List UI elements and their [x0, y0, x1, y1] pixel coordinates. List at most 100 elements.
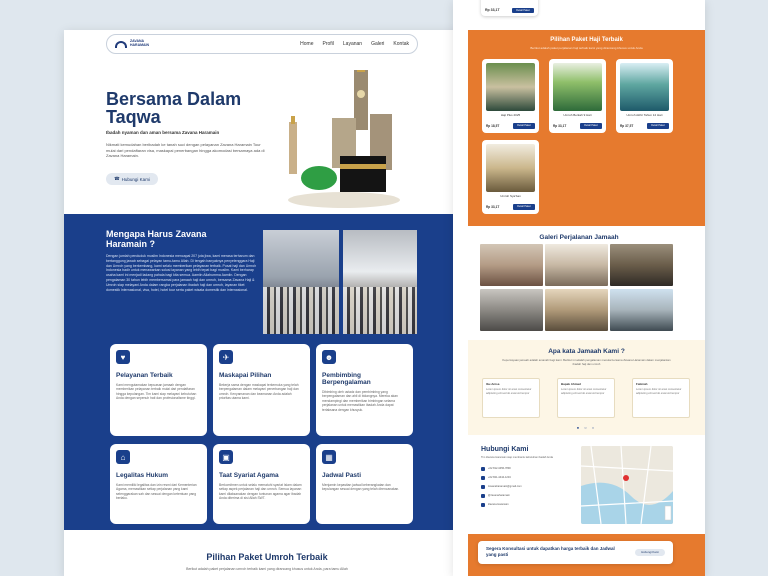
- hero-subtitle: Ibadah nyaman dan aman bersama Zavana Ha…: [106, 130, 220, 135]
- detail-paket-button[interactable]: Detail Paket: [580, 123, 602, 129]
- package-name: Umroh Berkah 9 Hari: [563, 113, 592, 117]
- hero-title: Bersama Dalam Taqwa: [106, 89, 242, 127]
- mail-icon: [481, 484, 485, 489]
- testimonial-card: Bapak Ahmad Lorem ipsum dolor sit amet c…: [557, 378, 615, 418]
- feature-card-pelayanan: ♥ Pelayanan Terbaik Kami mengutamakan ke…: [110, 344, 207, 436]
- package-poster: [486, 144, 535, 192]
- testimonial-section: Apa kata Jamaah Kami ? Kepercayaan jamaa…: [468, 340, 705, 435]
- package-poster: [620, 63, 669, 111]
- package-price: Rp 33,1T: [553, 124, 567, 128]
- mecca-illustration: [288, 70, 400, 208]
- people-icon: ☻: [322, 350, 336, 364]
- testimonial-text: Lorem ipsum dolor sit amet consectetur a…: [561, 388, 607, 395]
- contact-title: Hubungi Kami: [481, 446, 529, 453]
- detail-paket-button[interactable]: Detail Paket: [513, 123, 535, 129]
- nav-link-home[interactable]: Home: [300, 41, 313, 47]
- package-card-partial: Rp 33,1T Detail Paket: [481, 0, 538, 16]
- package-card[interactable]: Umroh Sya'ban Rp 33,1T Detail Paket: [482, 140, 539, 214]
- card-title: Legalitas Hukum: [116, 472, 169, 479]
- nav-link-kontak[interactable]: Kontak: [393, 41, 409, 47]
- testimonial-subtitle: Kepercayaan jamaah adalah amanah bagi ka…: [502, 358, 671, 366]
- contact-item[interactable]: +62 821-4444-1234: [481, 473, 561, 482]
- haji-section-subtitle: Berikut adalah paket perjalanan haji ter…: [530, 46, 643, 50]
- calendar-icon: ▦: [322, 450, 336, 464]
- contact-item[interactable]: zavanaharamain@gmail.com: [481, 482, 561, 491]
- gallery-photo[interactable]: [545, 289, 608, 331]
- contact-item[interactable]: Zavana Haramain: [481, 500, 561, 509]
- contact-item[interactable]: +62 812-3456-7890: [481, 464, 561, 473]
- phone-icon: ☎: [114, 176, 120, 181]
- feature-card-syariat: ▣ Taat Syariat Agama Berkomitmen untuk s…: [213, 444, 310, 524]
- testimonial-card: Fatimah Lorem ipsum dolor sit amet conse…: [632, 378, 690, 418]
- logo[interactable]: ZAVANA HARAMAIN: [115, 40, 150, 48]
- detail-paket-button[interactable]: Detail Paket: [647, 123, 669, 129]
- gallery-photo[interactable]: [610, 244, 673, 286]
- nav-link-galeri[interactable]: Galeri: [371, 41, 384, 47]
- contact-list: +62 812-3456-7890 +62 821-4444-1234 zava…: [481, 464, 561, 509]
- hero-description: Nikmati kemudahan beribadah ke tanah suc…: [106, 142, 265, 158]
- hand-heart-icon: ♥: [116, 350, 130, 364]
- bank-icon: ⌂: [116, 450, 130, 464]
- logo-mark-icon: [115, 40, 127, 48]
- why-paragraph: Dengan jumlah penduduk muslim Indonesia …: [106, 254, 257, 292]
- hubungi-kami-button[interactable]: ☎ Hubungi Kami: [106, 173, 158, 185]
- whatsapp-icon: [481, 475, 485, 480]
- testimonial-name: Ibu Anisa: [486, 382, 500, 386]
- testimonial-name: Fatimah: [636, 382, 648, 386]
- cta-text: Segera Konsultasi untuk dapatkan harga t…: [486, 546, 615, 557]
- haji-section-title: Pilihan Paket Haji Terbaik: [550, 37, 623, 43]
- card-title: Taat Syariat Agama: [219, 472, 279, 479]
- card-text: Dibimbing oleh ustadz dan pembimbing yan…: [322, 390, 398, 412]
- feature-card-pembimbing: ☻ Pembimbing Berpengalaman Dibimbing ole…: [316, 344, 413, 436]
- why-title: Mengapa Harus Zavana Haramain ?: [106, 229, 207, 249]
- card-title: Jadwal Pasti: [322, 472, 362, 479]
- haji-section: Pilihan Paket Haji Terbaik Berikut adala…: [468, 30, 705, 226]
- jamaah-photo-2: [343, 230, 417, 334]
- package-poster: [553, 63, 602, 111]
- detail-paket-button[interactable]: Detail Paket: [512, 8, 534, 13]
- cta-hubungi-button[interactable]: Hubungi Kami: [635, 549, 665, 556]
- package-price: Rp 33,1T: [485, 8, 500, 12]
- gallery-photo[interactable]: [610, 289, 673, 331]
- carousel-dots[interactable]: ● ○ ○: [468, 425, 705, 430]
- umroh-section-title: Pilihan Paket Umroh Terbaik: [206, 552, 328, 562]
- nav-links: Home Profil Layanan Galeri Kontak: [300, 41, 409, 47]
- detail-paket-button[interactable]: Detail Paket: [513, 204, 535, 210]
- jamaah-photo-1: [263, 230, 339, 334]
- card-title: Maskapai Pilihan: [219, 372, 272, 379]
- contact-item[interactable]: @zavanaharamain: [481, 491, 561, 500]
- card-text: Kami mengutamakan kepuasan jamaah dengan…: [116, 383, 197, 401]
- landing-page-main: ZAVANA HARAMAIN Home Profil Layanan Gale…: [64, 30, 470, 576]
- navbar: ZAVANA HARAMAIN Home Profil Layanan Gale…: [106, 34, 418, 54]
- package-price: Rp 37,5T: [620, 124, 634, 128]
- testimonial-card: Ibu Anisa Lorem ipsum dolor sit amet con…: [482, 378, 540, 418]
- testimonial-title: Apa kata Jamaah Kami ?: [548, 348, 625, 355]
- gallery-photo[interactable]: [545, 244, 608, 286]
- package-card[interactable]: Umroh Akhir Tahun 12 Hari Rp 37,5T Detai…: [616, 59, 673, 133]
- package-card[interactable]: Haji Plus 2025 Rp 18,5T Detail Paket: [482, 59, 539, 133]
- logo-text-2: HARAMAIN: [130, 43, 150, 47]
- phone-icon: [481, 466, 485, 471]
- facebook-icon: [481, 502, 485, 507]
- testimonial-text: Lorem ipsum dolor sit amet consectetur a…: [486, 388, 532, 395]
- gallery-photo[interactable]: [480, 289, 543, 331]
- plane-icon: ✈: [219, 350, 233, 364]
- package-name: Umroh Sya'ban: [500, 194, 521, 198]
- why-section: Mengapa Harus Zavana Haramain ? Dengan j…: [64, 214, 470, 530]
- feature-card-maskapai: ✈ Maskapai Pilihan Bekerja sama dengan m…: [213, 344, 310, 436]
- package-name: Haji Plus 2025: [500, 113, 521, 117]
- card-text: Kami memiliki legalitas dan izin resmi d…: [116, 483, 197, 501]
- nav-link-profil[interactable]: Profil: [322, 41, 333, 47]
- nav-link-layanan[interactable]: Layanan: [343, 41, 362, 47]
- card-text: Bekerja sama dengan maskapai terkemuka y…: [219, 383, 299, 401]
- location-map[interactable]: [581, 446, 673, 524]
- card-text: Menjamin kepastian jadwal keberangkatan …: [322, 483, 400, 492]
- landing-page-continued: Rp 33,1T Detail Paket Pilihan Paket Haji…: [453, 0, 705, 576]
- hubungi-kami-label: Hubungi Kami: [121, 176, 150, 182]
- package-card[interactable]: Umroh Berkah 9 Hari Rp 33,1T Detail Pake…: [549, 59, 606, 133]
- gallery-photo[interactable]: [480, 244, 543, 286]
- instagram-icon: [481, 493, 485, 498]
- package-poster: [486, 63, 535, 111]
- card-title: Pembimbing Berpengalaman: [322, 372, 371, 386]
- package-name: Umroh Akhir Tahun 12 Hari: [626, 113, 663, 117]
